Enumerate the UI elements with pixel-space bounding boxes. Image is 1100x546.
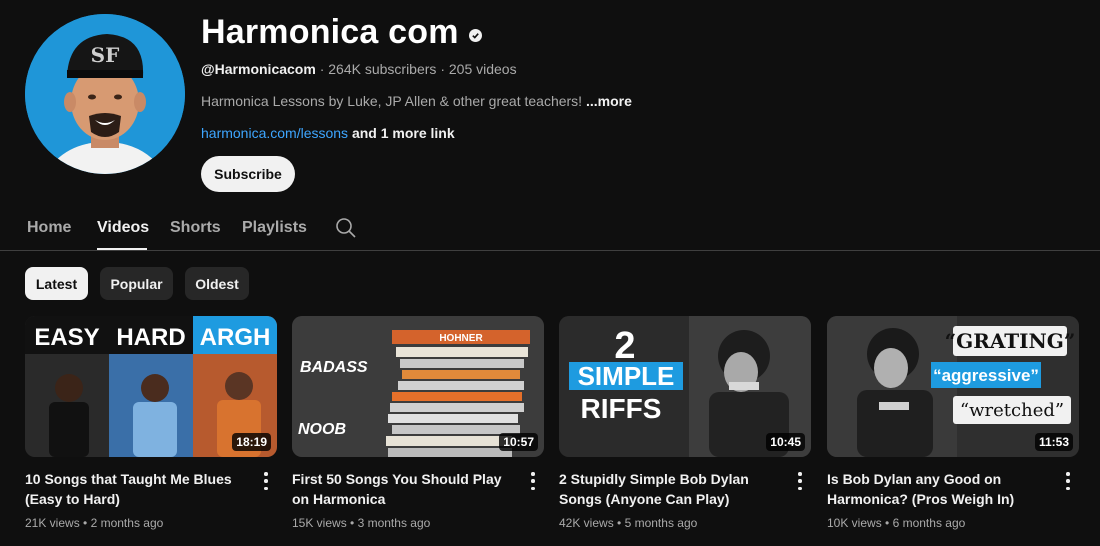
- thumb-text: ARGH: [200, 324, 271, 351]
- video-thumbnail[interactable]: BADASS NOOB HOHNER 10:57: [292, 316, 544, 457]
- video-meta: 10K views • 6 months ago: [827, 516, 966, 530]
- thumb-text: NOOB: [298, 421, 346, 438]
- video-duration: 10:45: [766, 433, 805, 451]
- video-thumbnail[interactable]: EASY HARD ARGH 18:19: [25, 316, 277, 457]
- video-card[interactable]: BADASS NOOB HOHNER 10:57 First 50 Songs …: [292, 316, 544, 530]
- description-text: Harmonica Lessons by Luke, JP Allen & ot…: [201, 93, 583, 109]
- channel-meta: @Harmonicacom · 264K subscribers · 205 v…: [201, 61, 517, 77]
- svg-text:SF: SF: [91, 43, 120, 67]
- thumb-text: BADASS: [300, 359, 368, 376]
- view-count: 21K views: [25, 516, 80, 530]
- channel-name-text: Harmonica com: [201, 13, 459, 51]
- thumb-text: “wretched”: [960, 400, 1064, 421]
- more-link[interactable]: ...more: [586, 93, 632, 109]
- channel-links[interactable]: harmonica.com/lessons and 1 more link: [201, 125, 455, 141]
- channel-header: SF Harmonica com @Harmonicacom · 264K su…: [0, 0, 1100, 205]
- view-count: 42K views: [559, 516, 614, 530]
- video-thumbnail[interactable]: 2 SIMPLE RIFFS 10:45: [559, 316, 811, 457]
- tab-shorts[interactable]: Shorts: [170, 219, 221, 237]
- more-links-text[interactable]: and 1 more link: [348, 125, 455, 141]
- video-thumbnail[interactable]: “GRATING” “aggressive” “wretched” 11:53: [827, 316, 1079, 457]
- thumb-text: HOHNER: [439, 333, 483, 344]
- upload-age: 3 months ago: [357, 516, 431, 530]
- thumb-text: EASY: [34, 324, 99, 351]
- video-duration: 10:57: [499, 433, 538, 451]
- video-count: 205 videos: [448, 61, 517, 77]
- more-options-icon[interactable]: [530, 472, 536, 490]
- chip-popular[interactable]: Popular: [100, 267, 173, 300]
- chip-oldest[interactable]: Oldest: [185, 267, 249, 300]
- video-card[interactable]: EASY HARD ARGH 18:19 10 Songs that Taugh…: [25, 316, 277, 530]
- active-tab-indicator: [97, 248, 147, 250]
- video-title[interactable]: First 50 Songs You Should Play on Harmon…: [292, 469, 514, 509]
- thumb-text: SIMPLE: [578, 361, 675, 391]
- video-meta: 42K views • 5 months ago: [559, 516, 698, 530]
- more-options-icon[interactable]: [263, 472, 269, 490]
- channel-name: Harmonica com: [201, 13, 482, 52]
- channel-avatar[interactable]: SF: [25, 14, 185, 174]
- channel-description[interactable]: Harmonica Lessons by Luke, JP Allen & ot…: [201, 93, 632, 109]
- video-title[interactable]: Is Bob Dylan any Good on Harmonica? (Pro…: [827, 469, 1049, 509]
- video-duration: 11:53: [1034, 433, 1073, 451]
- tab-videos[interactable]: Videos: [97, 219, 149, 237]
- search-icon[interactable]: [335, 217, 357, 239]
- more-options-icon[interactable]: [797, 472, 803, 490]
- video-title[interactable]: 10 Songs that Taught Me Blues (Easy to H…: [25, 469, 247, 509]
- thumb-text: “aggressive”: [933, 366, 1039, 385]
- verified-check-icon: [468, 29, 482, 42]
- upload-age: 5 months ago: [624, 516, 698, 530]
- video-title[interactable]: 2 Stupidly Simple Bob Dylan Songs (Anyon…: [559, 469, 781, 509]
- video-card[interactable]: “GRATING” “aggressive” “wretched” 11:53 …: [827, 316, 1079, 530]
- subscribe-button[interactable]: Subscribe: [201, 156, 295, 192]
- video-meta: 15K views • 3 months ago: [292, 516, 431, 530]
- channel-tabs: Home Videos Shorts Playlists: [0, 205, 1100, 251]
- thumb-text: RIFFS: [581, 393, 662, 424]
- subscriber-count: 264K subscribers: [328, 61, 437, 77]
- meta-separator: ·: [319, 61, 325, 77]
- video-duration: 18:19: [232, 433, 271, 451]
- more-options-icon[interactable]: [1065, 472, 1071, 490]
- external-link[interactable]: harmonica.com/lessons: [201, 125, 348, 141]
- upload-age: 2 months ago: [90, 516, 164, 530]
- upload-age: 6 months ago: [892, 516, 966, 530]
- thumb-text: HARD: [116, 324, 185, 351]
- tab-playlists[interactable]: Playlists: [242, 219, 307, 237]
- view-count: 10K views: [827, 516, 882, 530]
- meta-separator: ·: [440, 61, 445, 77]
- thumb-text: “GRATING”: [945, 329, 1076, 353]
- chip-latest[interactable]: Latest: [25, 267, 88, 300]
- channel-handle: @Harmonicacom: [201, 61, 316, 77]
- tab-home[interactable]: Home: [27, 219, 71, 237]
- video-card[interactable]: 2 SIMPLE RIFFS 10:45 2 Stupidly Simple B…: [559, 316, 811, 530]
- view-count: 15K views: [292, 516, 347, 530]
- video-meta: 21K views • 2 months ago: [25, 516, 164, 530]
